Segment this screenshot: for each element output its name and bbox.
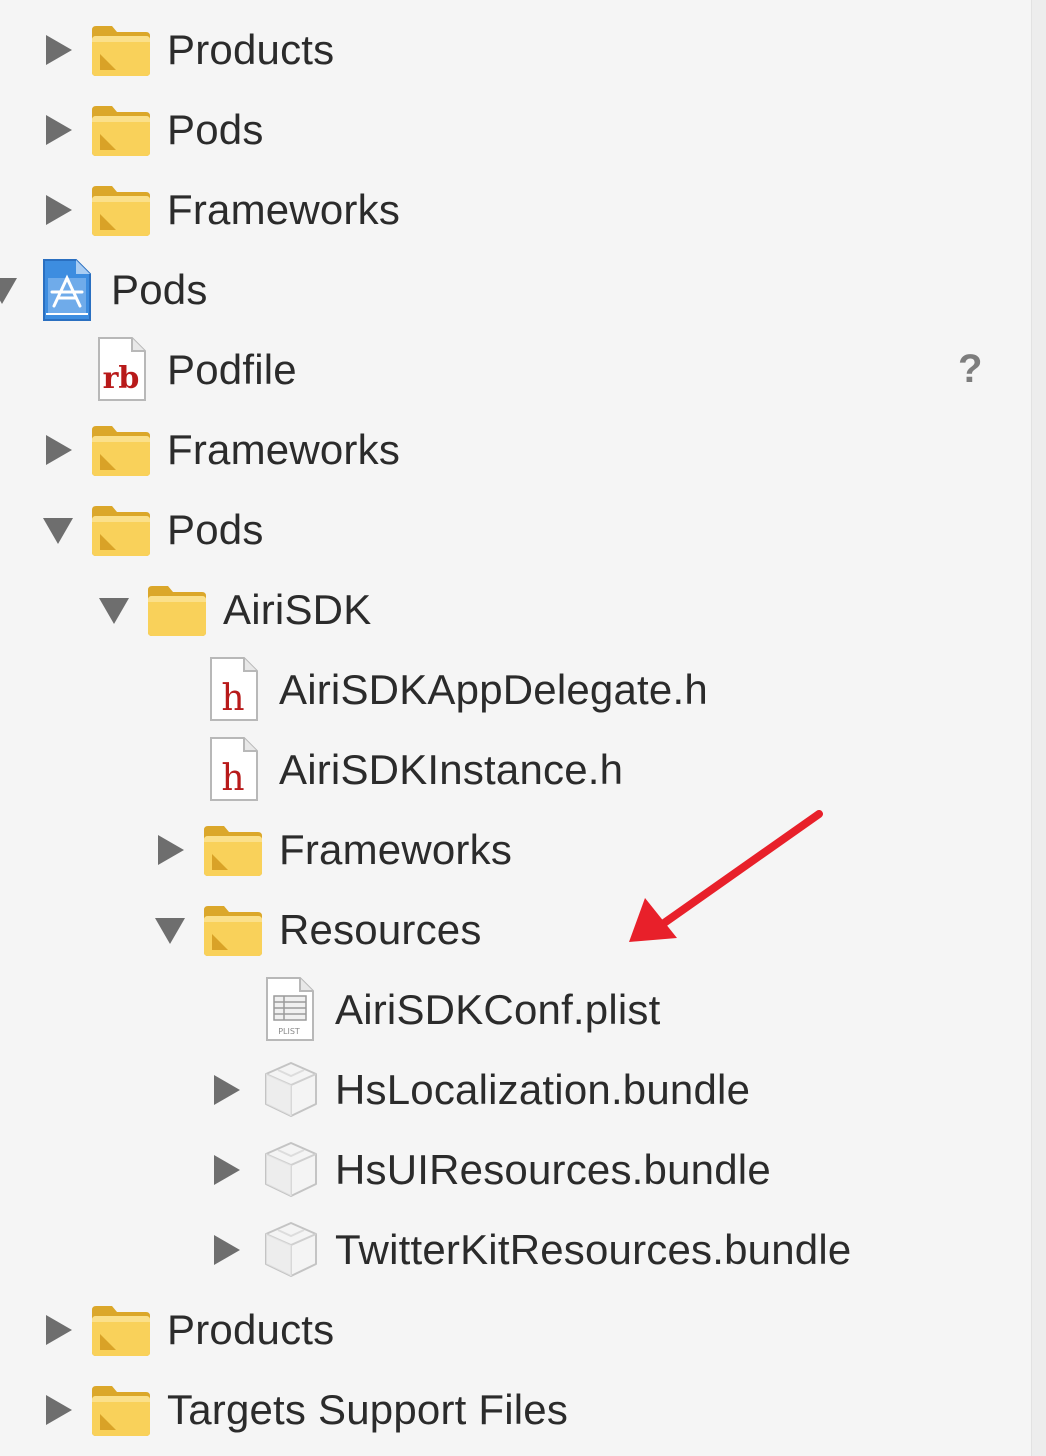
disclosure-collapsed-icon[interactable] [40, 192, 76, 228]
disclosure-collapsed-icon[interactable] [152, 832, 188, 868]
folder-icon [90, 1300, 152, 1358]
tree-row-label: Resources [279, 906, 482, 953]
svg-text:rb: rb [103, 361, 140, 396]
tree-row-label: Products [167, 1306, 335, 1353]
disclosure-expanded-icon[interactable] [0, 272, 20, 308]
folder-icon [90, 20, 152, 78]
tree-row-label: AiriSDKInstance.h [279, 746, 624, 793]
disclosure-expanded-icon[interactable] [96, 592, 132, 628]
disclosure-expanded-icon[interactable] [152, 912, 188, 948]
svg-text:PLIST: PLIST [278, 1027, 300, 1036]
disclosure-expanded-icon[interactable] [40, 512, 76, 548]
tree-row-label: TwitterKitResources.bundle [335, 1226, 852, 1273]
svg-text:h: h [221, 678, 244, 719]
navigator-edge [1031, 0, 1046, 1456]
folder-icon [146, 580, 208, 638]
tree-row-label: HsUIResources.bundle [335, 1146, 771, 1193]
tree-row-podfile[interactable]: rb Podfile ? [0, 330, 1030, 410]
folder-icon [202, 900, 264, 958]
disclosure-collapsed-icon[interactable] [208, 1072, 244, 1108]
tree-row-pods-project[interactable]: Pods [0, 250, 1030, 330]
tree-row-frameworks[interactable]: Frameworks [0, 170, 1030, 250]
tree-row-appdelegate-header[interactable]: h AiriSDKAppDelegate.h [0, 650, 1030, 730]
tree-row-pods[interactable]: Pods [0, 90, 1030, 170]
tree-row-label: Targets Support Files [167, 1386, 569, 1433]
disclosure-collapsed-icon[interactable] [40, 1392, 76, 1428]
tree-row-hsuiresources-bundle[interactable]: HsUIResources.bundle [0, 1130, 1030, 1210]
plist-file-icon: PLIST [264, 976, 316, 1042]
tree-row-label: Products [167, 26, 335, 73]
disclosure-collapsed-icon[interactable] [208, 1232, 244, 1268]
tree-row-targets-support-files[interactable]: Targets Support Files [0, 1370, 1030, 1450]
folder-icon [90, 100, 152, 158]
tree-row-airisdk[interactable]: AiriSDK [0, 570, 1030, 650]
disclosure-collapsed-icon[interactable] [208, 1152, 244, 1188]
folder-icon [202, 820, 264, 878]
disclosure-collapsed-icon[interactable] [40, 1312, 76, 1348]
bundle-icon [260, 1060, 322, 1118]
disclosure-collapsed-icon[interactable] [40, 432, 76, 468]
tree-row-label: Frameworks [167, 426, 401, 473]
ruby-file-icon: rb [96, 336, 148, 402]
tree-row-label: Frameworks [279, 826, 513, 873]
folder-icon [90, 420, 152, 478]
folder-icon [90, 1380, 152, 1438]
bundle-icon [260, 1220, 322, 1278]
tree-row-twitterkit-bundle[interactable]: TwitterKitResources.bundle [0, 1210, 1030, 1290]
tree-row-label: Pods [167, 506, 264, 553]
xcode-project-icon [38, 258, 94, 322]
source-control-status-badge: ? [958, 347, 983, 391]
tree-row-frameworks[interactable]: Frameworks [0, 810, 1030, 890]
header-file-icon: h [208, 736, 260, 802]
tree-row-label: AiriSDKAppDelegate.h [279, 666, 708, 713]
tree-row-label: Podfile [167, 346, 297, 393]
tree-row-pods-group[interactable]: Pods [0, 490, 1030, 570]
bundle-icon [260, 1140, 322, 1198]
project-navigator: Products Pods Frameworks Pods rb Podfile… [0, 0, 1046, 1456]
tree-row-products[interactable]: Products [0, 1290, 1030, 1370]
tree-row-label: AiriSDKConf.plist [335, 986, 661, 1033]
folder-icon [90, 500, 152, 558]
folder-icon [90, 180, 152, 238]
tree-row-instance-header[interactable]: h AiriSDKInstance.h [0, 730, 1030, 810]
header-file-icon: h [208, 656, 260, 722]
tree-row-hslocalization-bundle[interactable]: HsLocalization.bundle [0, 1050, 1030, 1130]
tree-row-label: HsLocalization.bundle [335, 1066, 751, 1113]
disclosure-collapsed-icon[interactable] [40, 32, 76, 68]
tree-row-label: Pods [111, 266, 208, 313]
tree-row-plist[interactable]: PLIST AiriSDKConf.plist [0, 970, 1030, 1050]
tree-row-frameworks[interactable]: Frameworks [0, 410, 1030, 490]
tree-row-products[interactable]: Products [0, 10, 1030, 90]
disclosure-collapsed-icon[interactable] [40, 112, 76, 148]
tree-row-resources[interactable]: Resources [0, 890, 1030, 970]
tree-row-label: AiriSDK [223, 586, 372, 633]
tree-row-label: Frameworks [167, 186, 401, 233]
svg-text:h: h [221, 758, 244, 799]
tree-row-label: Pods [167, 106, 264, 153]
